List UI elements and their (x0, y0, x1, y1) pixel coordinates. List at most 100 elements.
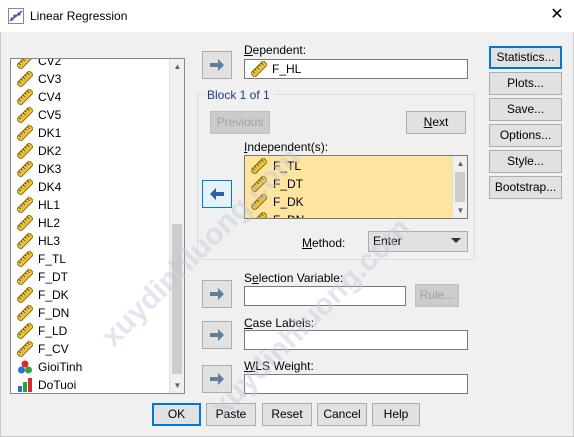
window-title: Linear Regression (30, 9, 128, 23)
plots-button[interactable]: Plots... (489, 72, 562, 95)
ok-button[interactable]: OK (152, 403, 201, 426)
variable-name: F_DN (38, 306, 70, 320)
wls-weight-label: WLS Weight: (244, 359, 314, 373)
independent-list-item[interactable]: F_DT (245, 175, 453, 193)
selection-variable-field[interactable] (244, 286, 406, 306)
ruler-icon (17, 107, 33, 123)
variable-name: CV2 (38, 58, 62, 68)
variable-list-item[interactable]: DK4 (11, 178, 171, 196)
bootstrap-button[interactable]: Bootstrap... (489, 176, 562, 199)
close-button[interactable]: ✕ (544, 4, 570, 28)
ruler-icon (17, 323, 33, 339)
ruler-icon (251, 194, 267, 210)
ruler-icon (17, 341, 33, 357)
ruler-icon (17, 269, 33, 285)
statistics-button[interactable]: Statistics... (489, 46, 562, 69)
source-variable-list[interactable]: CV2 CV3 CV4 CV5 DK1 DK2 DK3 DK4 HL1 HL2 HL3 F_TL F_D… (10, 58, 185, 394)
paste-button[interactable]: Paste (206, 403, 256, 426)
variable-list-item[interactable]: HL3 (11, 232, 171, 250)
method-value: Enter (373, 234, 402, 248)
dependent-field[interactable]: F_HL (244, 59, 468, 79)
options-button[interactable]: Options... (489, 124, 562, 147)
ruler-icon (17, 251, 33, 267)
scroll-down-arrow[interactable]: ▼ (170, 378, 184, 393)
variable-list-item[interactable]: HL2 (11, 214, 171, 232)
ruler-icon (17, 89, 33, 105)
ruler-icon (17, 179, 33, 195)
indep-scroll-up-arrow[interactable]: ▲ (453, 156, 467, 171)
variable-name: DK4 (38, 180, 62, 194)
next-block-button[interactable]: Next (406, 111, 466, 134)
variable-list-item[interactable]: DK2 (11, 142, 171, 160)
ruler-icon (17, 305, 33, 321)
scroll-thumb[interactable] (172, 224, 182, 374)
variable-list-item[interactable]: DK1 (11, 124, 171, 142)
independents-list[interactable]: F_TL F_DT F_DK F_DN ▲ ▼ (244, 155, 468, 219)
ruler-icon (17, 125, 33, 141)
variable-name: F_TL (38, 252, 67, 266)
variable-name: DK2 (38, 144, 62, 158)
variable-list-item[interactable]: F_TL (11, 250, 171, 268)
method-select[interactable]: Enter (368, 231, 468, 252)
independent-list-item[interactable]: F_DK (245, 193, 453, 211)
previous-block-button[interactable]: Previous (210, 111, 270, 134)
variable-list-scrollbar[interactable]: ▲ ▼ (169, 59, 184, 393)
ruler-icon (251, 176, 267, 192)
variable-list-item[interactable]: GioiTinh (11, 358, 171, 376)
move-to-selection-button[interactable] (202, 280, 232, 308)
ruler-icon (251, 212, 267, 218)
variable-list-item[interactable]: CV4 (11, 88, 171, 106)
move-to-dependent-button[interactable] (202, 51, 232, 79)
case-labels-field[interactable] (244, 330, 468, 350)
variable-list-item[interactable]: CV5 (11, 106, 171, 124)
case-labels-label: Case Labels: (244, 316, 315, 330)
variable-name: HL2 (38, 216, 61, 230)
nominal-icon (18, 360, 32, 374)
variable-name: CV4 (38, 90, 62, 104)
variable-list-item[interactable]: CV2 (11, 58, 171, 70)
variable-list-item[interactable]: F_DK (11, 286, 171, 304)
independents-scrollbar[interactable]: ▲ ▼ (452, 156, 467, 218)
variable-name: CV3 (38, 72, 62, 86)
variable-list-item[interactable]: F_DN (11, 304, 171, 322)
variable-list-item[interactable]: DK3 (11, 160, 171, 178)
move-to-wls-weight-button[interactable] (202, 365, 232, 393)
variable-list-item[interactable]: CV3 (11, 70, 171, 88)
scroll-up-arrow[interactable]: ▲ (170, 59, 184, 74)
variable-name: F_DK (38, 288, 69, 302)
ruler-icon (251, 158, 267, 174)
rule-button[interactable]: Rule... (415, 284, 459, 307)
style-button[interactable]: Style... (489, 150, 562, 173)
variable-name: F_CV (38, 342, 69, 356)
reset-button[interactable]: Reset (262, 403, 312, 426)
variable-list-item[interactable]: F_LD (11, 322, 171, 340)
move-to-case-labels-button[interactable] (202, 321, 232, 349)
ruler-icon (251, 61, 267, 77)
cancel-button[interactable]: Cancel (317, 403, 367, 426)
ruler-icon (17, 161, 33, 177)
wls-weight-field[interactable] (244, 374, 468, 394)
ruler-icon (17, 287, 33, 303)
arrow-left-icon (210, 188, 224, 200)
variable-list-item[interactable]: F_DT (11, 268, 171, 286)
variable-name: DK1 (38, 126, 62, 140)
independent-list-item[interactable]: F_TL (245, 157, 453, 175)
variable-list-item[interactable]: F_CV (11, 340, 171, 358)
chevron-down-icon (451, 238, 461, 243)
variable-name: DK3 (38, 162, 62, 176)
independent-list-item[interactable]: F_DN (245, 211, 453, 218)
dependent-value: F_HL (272, 62, 302, 76)
ruler-icon (17, 233, 33, 249)
regression-app-icon (8, 8, 24, 24)
indep-scroll-down-arrow[interactable]: ▼ (453, 203, 467, 218)
independents-label: Independent(s): (244, 140, 329, 154)
help-button[interactable]: Help (372, 403, 420, 426)
arrow-right-icon (210, 59, 224, 71)
variable-list-item[interactable]: HL1 (11, 196, 171, 214)
variable-name: DoTuoi (38, 378, 77, 392)
variable-list-item[interactable]: DoTuoi (11, 376, 171, 393)
save-button[interactable]: Save... (489, 98, 562, 121)
ruler-icon (17, 197, 33, 213)
move-from-independents-button[interactable] (202, 180, 232, 208)
indep-scroll-thumb[interactable] (455, 172, 465, 202)
